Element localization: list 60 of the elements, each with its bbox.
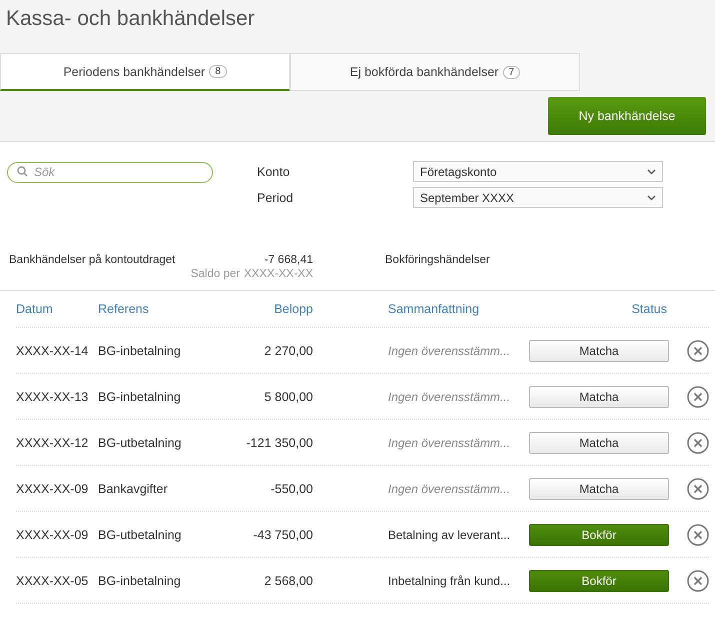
close-icon[interactable] [687,478,709,500]
summary-cell-text: Ingen överensstämm... [388,436,512,450]
book-button[interactable]: Bokför [529,570,669,592]
close-icon[interactable] [687,386,709,408]
book-button[interactable]: Bokför [529,524,669,546]
column-header[interactable]: Sammanfattning [388,302,513,316]
amount-cell-text: 2 270,00 [263,344,313,358]
reference-cell-text: Bankavgifter [98,482,168,496]
chevron-icon [647,168,656,174]
date-cell-text: XXXX-XX-14 [16,344,90,358]
close-icon[interactable] [687,524,709,546]
amount-cell-text: -550,00 [270,482,313,496]
summary-cell-text: Inbetalning från kund... [388,574,512,588]
close-icon[interactable] [687,570,709,592]
close-icon[interactable] [687,340,709,362]
match-button[interactable]: Matcha [529,432,669,454]
match-button[interactable]: Matcha [529,340,669,362]
count-badge: 8 [209,65,227,78]
reference-cell-text: BG-inbetalning [98,390,182,404]
amount-cell-text: 2 568,00 [263,574,313,588]
date-cell-text: XXXX-XX-12 [16,436,90,450]
match-button[interactable]: Matcha [529,386,669,408]
reference-cell-text: BG-utbetalning [98,436,182,450]
amount-cell-text: 5 800,00 [263,390,313,404]
column-header[interactable]: Referens [98,302,228,316]
date-cell-text: XXXX-XX-13 [16,390,90,404]
reference-cell-text: BG-inbetalning [98,574,182,588]
match-button[interactable]: Matcha [529,478,669,500]
tab[interactable]: Ej bokförda bankhändelser 7 [290,53,580,91]
date-cell-text: XXXX-XX-05 [16,574,90,588]
balance-amount: -7 668,41 [263,254,313,266]
filter-label: Period [257,190,294,204]
dropdown[interactable]: September XXXX [413,187,663,208]
chevron-icon [647,194,656,200]
filter-label: Konto [257,164,291,178]
page-title: Kassa- och bankhändelser [5,6,256,32]
balance-date: XXXX-XX-XX [244,268,313,280]
search-icon [17,166,28,177]
column-header[interactable]: Status [529,302,669,316]
summary-cell-text: Betalning av leverant... [388,528,512,542]
close-icon[interactable] [687,432,709,454]
reference-cell-text: BG-inbetalning [98,344,182,358]
section-heading: Bankhändelser på kontoutdraget [9,254,176,266]
date-cell-text: XXXX-XX-09 [16,482,90,496]
summary-cell-text: Ingen överensstämm... [388,344,512,358]
summary-cell-text: Ingen överensstämm... [388,390,512,404]
search-field[interactable]: Sök [7,162,213,182]
reference-cell-text: BG-utbetalning [98,528,182,542]
tab[interactable]: Periodens bankhändelser 8 [0,53,290,91]
date-cell-text: XXXX-XX-09 [16,528,90,542]
dropdown[interactable]: Företagskonto [413,161,663,182]
column-header[interactable]: Datum [16,302,98,316]
amount-cell-text: -43 750,00 [252,528,313,542]
count-badge: 7 [502,66,520,78]
summary-cell-text: Ingen överensstämm... [388,482,512,496]
balance-label: Saldo per [190,268,240,280]
new-transaction-button[interactable]: Ny bankhändelse [548,97,706,135]
section-heading: Bokföringshändelser [385,254,490,266]
amount-cell-text: -121 350,00 [245,436,313,450]
column-header[interactable]: Belopp [228,302,313,316]
